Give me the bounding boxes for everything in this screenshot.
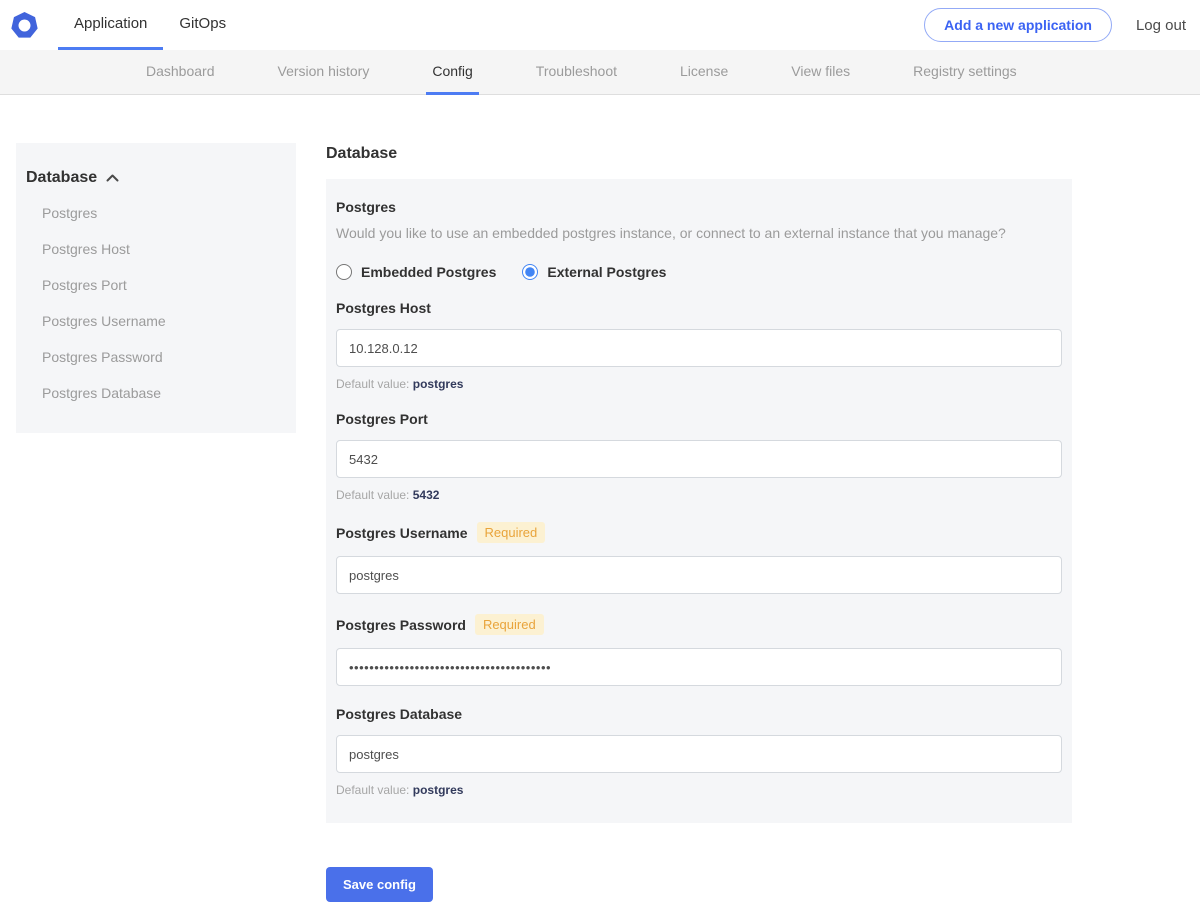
- radio-embedded-postgres-input[interactable]: [336, 264, 352, 280]
- sidebar-item-postgres-username[interactable]: Postgres Username: [26, 303, 286, 339]
- field-postgres-username: Postgres Username Required: [336, 522, 1062, 594]
- postgres-host-input[interactable]: [336, 329, 1062, 367]
- default-value: postgres: [412, 783, 464, 797]
- required-badge: Required: [476, 522, 546, 543]
- field-postgres-port: Postgres Port Default value: 5432: [336, 411, 1062, 502]
- field-postgres-database: Postgres Database Default value: postgre…: [336, 706, 1062, 797]
- radio-external-postgres[interactable]: External Postgres: [522, 264, 666, 280]
- radio-embedded-postgres-label: Embedded Postgres: [361, 264, 497, 280]
- postgres-port-label: Postgres Port: [336, 411, 1062, 427]
- postgres-port-input[interactable]: [336, 440, 1062, 478]
- default-value: 5432: [412, 488, 440, 502]
- subnav-troubleshoot[interactable]: Troubleshoot: [530, 50, 623, 95]
- default-prefix: Default value:: [336, 783, 410, 797]
- subnav-view-files[interactable]: View files: [785, 50, 856, 95]
- postgres-host-label: Postgres Host: [336, 300, 1062, 316]
- default-prefix: Default value:: [336, 488, 410, 502]
- radio-external-postgres-label: External Postgres: [547, 264, 667, 280]
- field-label-text: Postgres Host: [336, 300, 431, 316]
- required-badge: Required: [474, 614, 544, 635]
- top-nav: Application GitOps: [58, 0, 242, 50]
- save-config-button[interactable]: Save config: [326, 867, 433, 902]
- sidebar-item-postgres-port[interactable]: Postgres Port: [26, 267, 286, 303]
- postgres-database-input[interactable]: [336, 735, 1062, 773]
- sidebar-item-postgres-host[interactable]: Postgres Host: [26, 231, 286, 267]
- top-bar: Application GitOps Add a new application…: [0, 0, 1200, 50]
- sidebar-group-database[interactable]: Database: [26, 169, 286, 187]
- subnav-license[interactable]: License: [674, 50, 734, 95]
- postgres-host-default: Default value: postgres: [336, 377, 1062, 391]
- app-logo-icon: [10, 11, 58, 40]
- postgres-username-input[interactable]: [336, 556, 1062, 594]
- default-value: postgres: [412, 377, 464, 391]
- log-out-link[interactable]: Log out: [1136, 17, 1186, 34]
- config-content: Database Postgres Postgres Host Postgres…: [0, 95, 1200, 902]
- chevron-up-icon: [106, 174, 119, 182]
- postgres-port-default: Default value: 5432: [336, 488, 1062, 502]
- tab-application[interactable]: Application: [58, 0, 164, 50]
- postgres-username-label: Postgres Username Required: [336, 522, 1062, 543]
- top-bar-right: Add a new application Log out: [924, 8, 1186, 42]
- postgres-database-default: Default value: postgres: [336, 783, 1062, 797]
- field-label-text: Postgres Username: [336, 524, 468, 541]
- app-sub-nav: Dashboard Version history Config Trouble…: [0, 50, 1200, 95]
- sidebar-item-postgres-database[interactable]: Postgres Database: [26, 375, 286, 411]
- postgres-password-label: Postgres Password Required: [336, 614, 1062, 635]
- postgres-database-label: Postgres Database: [336, 706, 1062, 722]
- default-prefix: Default value:: [336, 377, 410, 391]
- subnav-registry-settings[interactable]: Registry settings: [907, 50, 1022, 95]
- field-postgres-host: Postgres Host Default value: postgres: [336, 300, 1062, 391]
- postgres-help-text: Would you like to use an embedded postgr…: [336, 225, 1006, 241]
- field-label-text: Postgres Database: [336, 706, 463, 722]
- field-label-text: Postgres Password: [336, 616, 466, 633]
- add-new-application-button[interactable]: Add a new application: [924, 8, 1112, 42]
- field-label-text: Postgres Port: [336, 411, 428, 427]
- postgres-group-label: Postgres: [336, 199, 396, 215]
- subnav-dashboard[interactable]: Dashboard: [140, 50, 221, 95]
- config-main: Database Postgres Would you like to use …: [326, 143, 1072, 902]
- subnav-version-history[interactable]: Version history: [272, 50, 376, 95]
- sidebar-item-postgres[interactable]: Postgres: [26, 195, 286, 231]
- sidebar-group-label: Database: [26, 169, 98, 186]
- subnav-config[interactable]: Config: [426, 50, 479, 95]
- config-sidebar: Database Postgres Postgres Host Postgres…: [16, 143, 296, 433]
- postgres-password-input[interactable]: [336, 648, 1062, 686]
- postgres-type-radio-group: Embedded Postgres External Postgres: [336, 264, 1062, 280]
- sidebar-item-postgres-password[interactable]: Postgres Password: [26, 339, 286, 375]
- field-postgres-password: Postgres Password Required: [336, 614, 1062, 686]
- tab-gitops[interactable]: GitOps: [163, 0, 242, 50]
- radio-external-postgres-input[interactable]: [522, 264, 539, 280]
- radio-embedded-postgres[interactable]: Embedded Postgres: [336, 264, 496, 280]
- database-config-panel: Postgres Would you like to use an embedd…: [326, 179, 1072, 823]
- page-title: Database: [326, 145, 398, 162]
